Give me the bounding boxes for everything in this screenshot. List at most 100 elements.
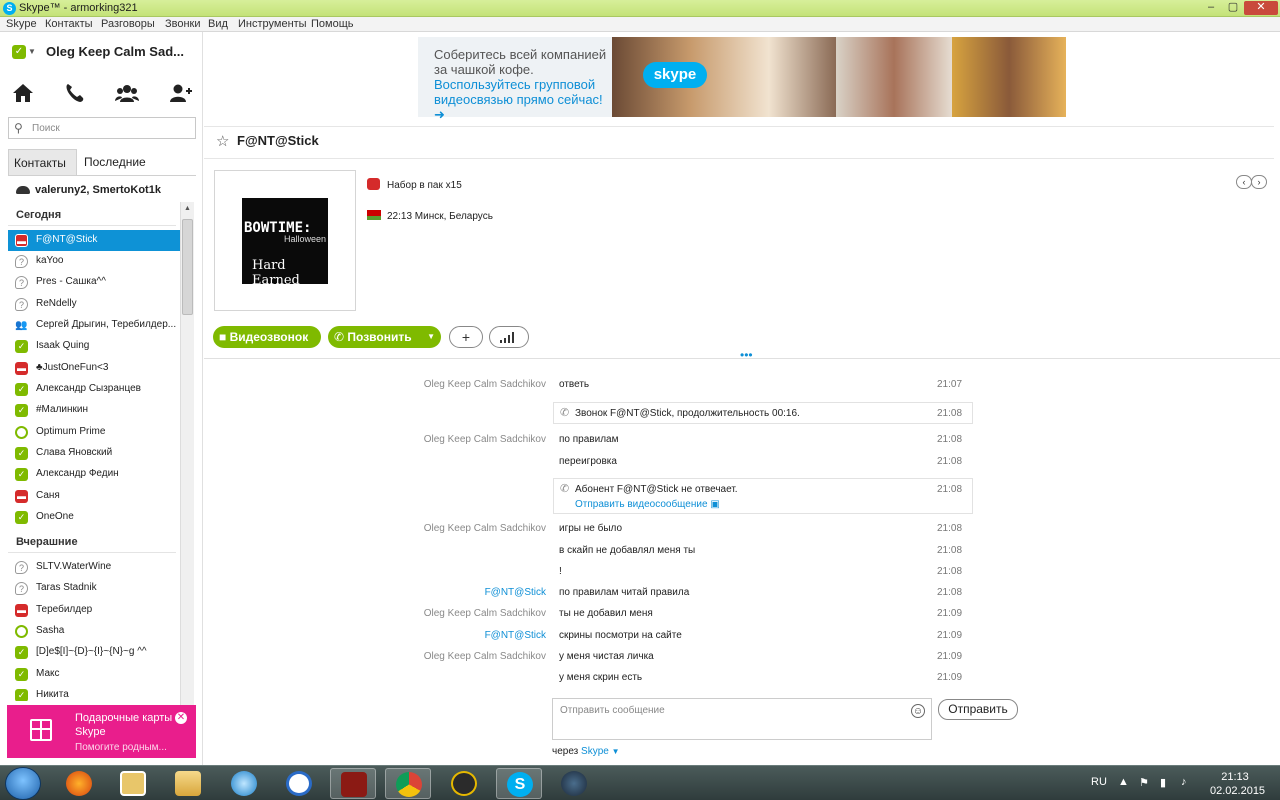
contact-item[interactable]: ? Taras Stadnik bbox=[8, 578, 181, 599]
add-button[interactable]: + bbox=[449, 326, 483, 348]
contact-list-scrollbar[interactable]: ▲ ▼ bbox=[180, 202, 194, 728]
taskbar-firefox[interactable] bbox=[56, 768, 102, 799]
taskbar-app[interactable] bbox=[441, 768, 487, 799]
taskbar-chrome[interactable] bbox=[385, 768, 431, 799]
taskbar-app[interactable] bbox=[221, 768, 267, 799]
busy-status-icon: ▬ bbox=[15, 604, 28, 617]
video-call-button[interactable]: ■ Видеозвонок bbox=[213, 326, 321, 348]
call-button[interactable]: ✆ Позвонить ▼ bbox=[328, 326, 441, 348]
message-sender[interactable]: F@NT@Stick bbox=[404, 630, 546, 641]
star-icon[interactable]: ☆ bbox=[216, 132, 229, 150]
minimize-button[interactable]: – bbox=[1200, 1, 1222, 15]
contact-item[interactable]: 👥 Сергей Дрыгин, Теребилдер... bbox=[8, 315, 181, 336]
contact-item[interactable]: ? Pres - Сашка^^ bbox=[8, 272, 181, 293]
status-online-icon[interactable]: ✓ bbox=[12, 45, 26, 59]
message-text: скрины посмотри на сайте bbox=[559, 630, 682, 641]
menu-contacts[interactable]: Контакты bbox=[45, 18, 93, 30]
tab-contacts[interactable]: Контакты bbox=[8, 149, 77, 175]
system-clock[interactable]: 21:13 02.02.2015 bbox=[1210, 770, 1265, 798]
search-input[interactable]: ⚲ Поиск bbox=[8, 117, 196, 139]
contact-item[interactable]: ▬ F@NT@Stick bbox=[8, 230, 181, 251]
triangle-app-icon bbox=[451, 771, 477, 796]
add-contact-icon[interactable] bbox=[168, 82, 192, 104]
message-input[interactable]: Отправить сообщение ☺ bbox=[552, 698, 932, 740]
contact-item[interactable]: Sasha bbox=[8, 621, 181, 642]
menu-calls[interactable]: Звонки bbox=[165, 18, 201, 30]
chevron-right-icon[interactable]: › bbox=[1251, 175, 1267, 189]
tab-recent[interactable]: Последние bbox=[84, 149, 146, 175]
contact-item[interactable]: ✓ Никита bbox=[8, 685, 181, 701]
menu-skype[interactable]: Skype bbox=[6, 18, 37, 30]
chevron-down-icon[interactable]: ▼ bbox=[28, 47, 36, 56]
scrollbar-thumb[interactable] bbox=[182, 219, 193, 315]
contact-avatar[interactable]: BOWTIME: Halloween Hard Earned bbox=[214, 170, 356, 311]
contact-item[interactable]: ? SLTV.WaterWine bbox=[8, 557, 181, 578]
message-text: игры не было bbox=[559, 523, 623, 534]
menu-view[interactable]: Вид bbox=[208, 18, 228, 30]
emoticon-icon[interactable]: ☺ bbox=[911, 704, 925, 718]
home-icon[interactable] bbox=[11, 82, 35, 104]
resize-handle[interactable]: ••• bbox=[740, 348, 753, 362]
menu-tools[interactable]: Инструменты bbox=[238, 18, 307, 30]
taskbar-skype[interactable]: S bbox=[496, 768, 542, 799]
contact-name: ReNdelly bbox=[36, 298, 77, 309]
contact-name: Sasha bbox=[36, 625, 65, 636]
menu-conversations[interactable]: Разговоры bbox=[101, 18, 155, 30]
contact-item[interactable]: ? ReNdelly bbox=[8, 294, 181, 315]
message-text: в скайп не добавлял меня ты bbox=[559, 545, 696, 556]
taskbar-steam[interactable] bbox=[551, 768, 597, 799]
taskbar-explorer[interactable] bbox=[165, 768, 211, 799]
phone-icon[interactable] bbox=[63, 82, 87, 104]
header-divider bbox=[204, 158, 1274, 159]
ad-line1: Соберитесь всей компанией за чашкой кофе… bbox=[434, 47, 607, 77]
chat-title: F@NT@Stick bbox=[237, 133, 319, 148]
menu-help[interactable]: Помощь bbox=[311, 18, 354, 30]
section-divider bbox=[8, 225, 176, 226]
send-button[interactable]: Отправить bbox=[938, 699, 1018, 720]
ad-banner[interactable]: Соберитесь всей компанией за чашкой кофе… bbox=[418, 37, 1066, 122]
gift-card-promo[interactable]: Подарочные карты Skype Помогите родным..… bbox=[7, 705, 196, 758]
contact-item[interactable]: ✓ #Малинкин bbox=[8, 400, 181, 421]
contact-name: Саня bbox=[36, 490, 60, 501]
message-time: 21:08 bbox=[937, 456, 963, 467]
folder-icon bbox=[175, 771, 201, 796]
profile-name[interactable]: Oleg Keep Calm Sad... bbox=[46, 44, 184, 59]
call-event: ✆ Звонок F@NT@Stick, продолжительность 0… bbox=[553, 402, 973, 424]
contact-item[interactable]: ✓ Слава Яновский bbox=[8, 443, 181, 464]
flag-icon[interactable]: ⚑ bbox=[1139, 776, 1149, 789]
contact-item[interactable]: ▬ Саня bbox=[8, 486, 181, 507]
chevron-up-icon[interactable]: ▲ bbox=[1118, 776, 1129, 788]
chevron-left-icon[interactable]: ‹ bbox=[1236, 175, 1252, 189]
scroll-up-icon[interactable]: ▲ bbox=[184, 205, 191, 212]
taskbar-media-player[interactable] bbox=[110, 768, 156, 799]
contact-item[interactable]: ▬ Теребилдер bbox=[8, 600, 181, 621]
contact-item[interactable]: Optimum Prime bbox=[8, 422, 181, 443]
close-icon[interactable]: ✕ bbox=[175, 712, 187, 724]
contact-item[interactable]: ✓ Isaak Quing bbox=[8, 336, 181, 357]
contact-item[interactable]: ▬ ♣JustOneFun<3 bbox=[8, 358, 181, 379]
network-icon[interactable]: ▮ bbox=[1160, 776, 1166, 789]
taskbar-app[interactable] bbox=[276, 768, 322, 799]
language-indicator[interactable]: RU bbox=[1091, 776, 1107, 788]
start-button[interactable] bbox=[5, 767, 41, 800]
contact-item[interactable]: ✓ OneOne bbox=[8, 507, 181, 528]
contact-item[interactable]: ✓ Александр Сызранцев bbox=[8, 379, 181, 400]
contact-item[interactable]: ✓ Макс bbox=[8, 664, 181, 685]
maximize-button[interactable]: ▢ bbox=[1222, 1, 1244, 15]
send-video-message-link[interactable]: Отправить видеосообщение ▣ bbox=[575, 499, 720, 510]
close-button[interactable]: ✕ bbox=[1244, 1, 1278, 15]
contact-item[interactable]: ✓ Александр Федин bbox=[8, 464, 181, 485]
via-selector[interactable]: через Skype ▼ bbox=[552, 746, 620, 757]
group-icon[interactable] bbox=[115, 82, 139, 104]
volume-icon[interactable]: ♪ bbox=[1181, 776, 1187, 788]
taskbar-dota[interactable] bbox=[330, 768, 376, 799]
contact-item[interactable]: ? kaYoo bbox=[8, 251, 181, 272]
call-quality-button[interactable] bbox=[489, 326, 529, 348]
message-sender[interactable]: F@NT@Stick bbox=[404, 587, 546, 598]
pinned-call[interactable]: valeruny2, SmertoKot1k bbox=[16, 184, 161, 196]
contact-item[interactable]: ✓ [D]e$[I]~{D}~{I}~{N}~g ^^ bbox=[8, 642, 181, 663]
chevron-down-icon[interactable]: ▼ bbox=[427, 326, 435, 348]
chrome-icon bbox=[396, 772, 422, 797]
contact-name: OneOne bbox=[36, 511, 74, 522]
steam-icon bbox=[561, 771, 587, 796]
